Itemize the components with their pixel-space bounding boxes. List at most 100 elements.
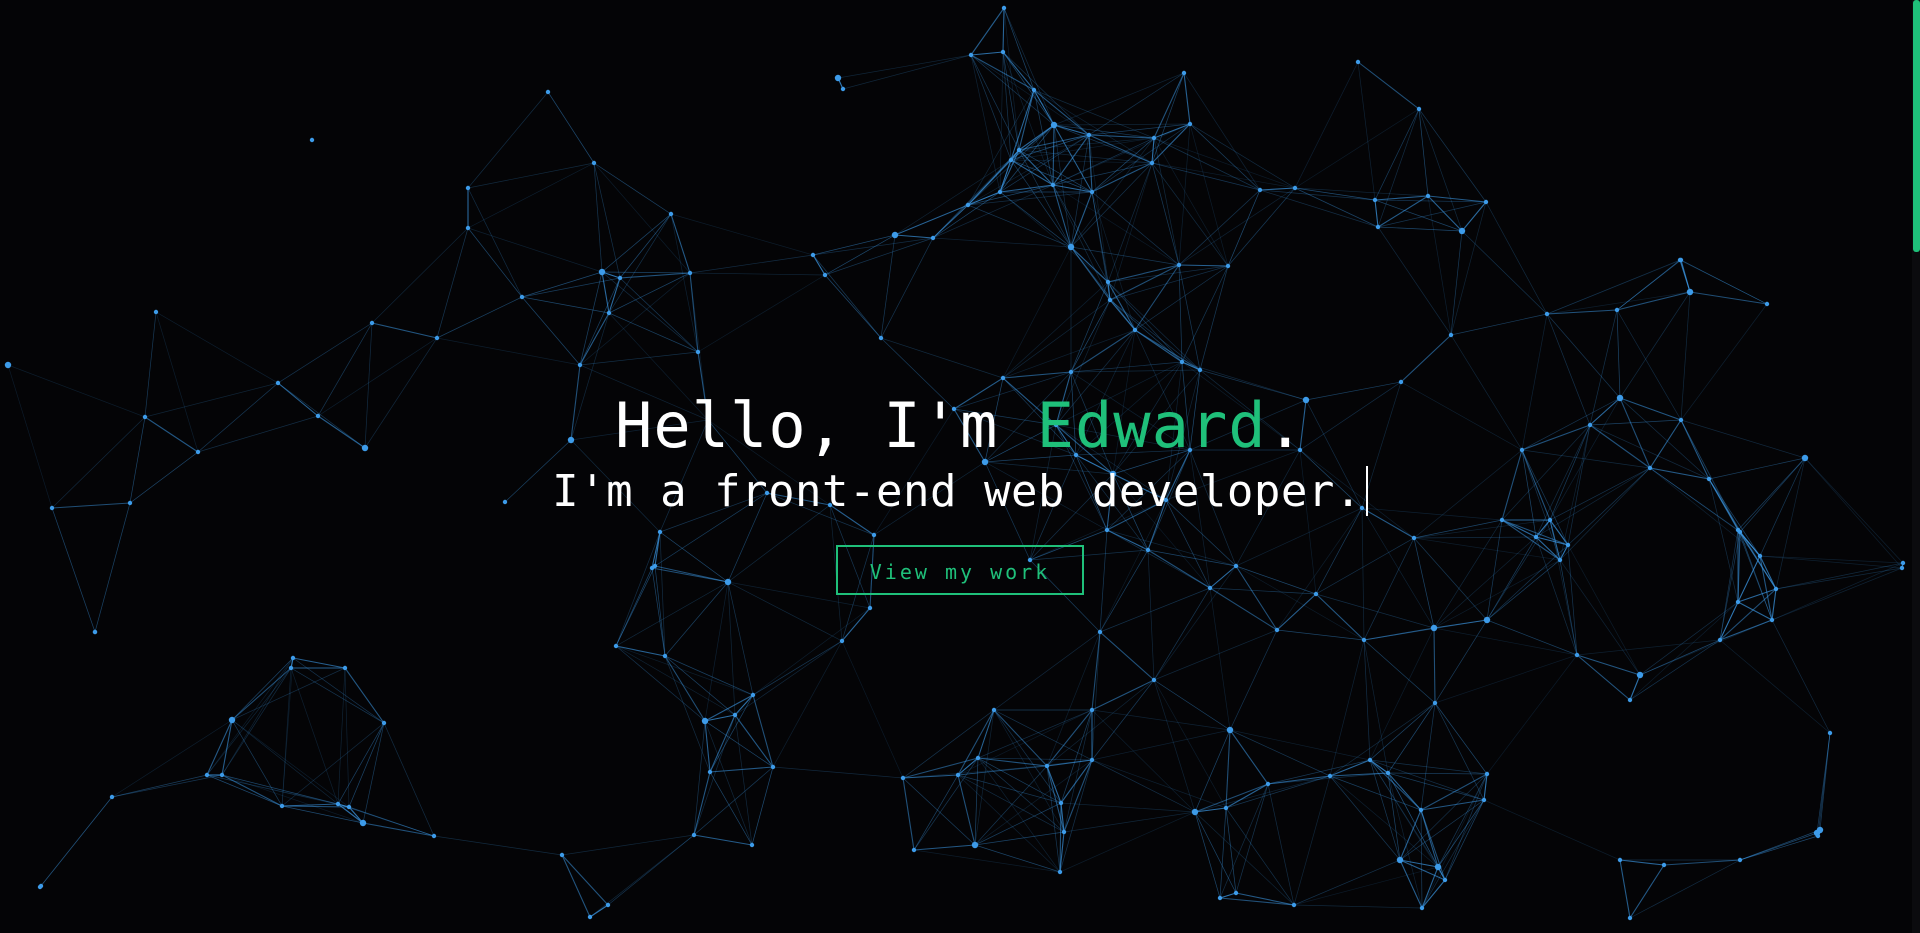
network-link	[561, 834, 695, 856]
network-link	[1413, 519, 1503, 539]
network-link	[1357, 61, 1376, 201]
network-link	[880, 337, 1004, 379]
network-link	[231, 667, 292, 721]
network-link	[317, 415, 366, 449]
network-link	[433, 835, 563, 856]
network-link	[664, 581, 729, 657]
network-link	[1329, 775, 1401, 861]
network-link	[1759, 555, 1777, 590]
network-node	[687, 270, 693, 276]
network-node	[577, 362, 583, 368]
network-node	[1223, 805, 1229, 811]
network-node	[1481, 797, 1487, 803]
network-link	[1680, 259, 1691, 293]
network-link	[615, 581, 729, 647]
network-link	[970, 7, 1005, 56]
network-link	[1002, 7, 1005, 53]
network-node	[1050, 182, 1056, 188]
network-node	[871, 532, 877, 538]
network-node	[1773, 586, 1779, 592]
network-node	[975, 755, 981, 761]
network-link	[1151, 162, 1229, 267]
network-node	[1372, 197, 1378, 203]
network-link	[1619, 859, 1631, 919]
network-node	[951, 406, 957, 412]
network-node	[691, 832, 697, 838]
network-link	[1002, 299, 1111, 379]
network-node	[657, 529, 663, 535]
network-link	[697, 274, 826, 353]
network-node	[228, 716, 236, 724]
network-node	[1636, 671, 1644, 679]
network-link	[824, 274, 882, 339]
network-node	[1419, 905, 1425, 911]
network-link	[880, 234, 896, 339]
view-my-work-button[interactable]: View my work	[836, 545, 1084, 595]
network-node	[1104, 527, 1110, 533]
network-node	[127, 500, 133, 506]
network-node	[668, 211, 674, 217]
network-link	[984, 454, 1077, 463]
network-node	[1000, 375, 1006, 381]
network-link	[1181, 361, 1307, 401]
scrollbar[interactable]	[1912, 0, 1920, 933]
network-link	[1434, 702, 1488, 775]
network-node	[1132, 327, 1138, 333]
network-node	[613, 643, 619, 649]
network-link	[1235, 565, 1278, 631]
network-link	[1400, 381, 1523, 451]
network-link	[1053, 72, 1185, 126]
network-link	[601, 271, 610, 314]
network-link	[1771, 567, 1903, 621]
network-link	[1059, 811, 1196, 873]
network-link	[902, 777, 915, 851]
network-link	[1486, 519, 1503, 621]
network-link	[841, 607, 871, 642]
network-link	[1418, 108, 1487, 203]
network-link	[841, 640, 904, 779]
network-link	[1629, 864, 1665, 919]
network-link	[1070, 281, 1109, 373]
network-node	[1187, 447, 1193, 453]
network-link	[1107, 264, 1180, 283]
network-node	[1757, 553, 1763, 559]
network-node	[1398, 379, 1404, 385]
scrollbar-thumb[interactable]	[1913, 0, 1920, 252]
network-link	[974, 759, 1093, 846]
network-link	[1199, 369, 1307, 401]
network-node	[1207, 585, 1213, 591]
network-node	[434, 335, 440, 341]
network-link	[615, 565, 656, 647]
network-node	[770, 764, 776, 770]
network-link	[1293, 904, 1423, 909]
network-node	[1313, 591, 1319, 597]
network-link	[1229, 729, 1269, 785]
network-link	[1546, 259, 1682, 315]
network-node	[1900, 560, 1906, 566]
network-link	[1413, 537, 1435, 629]
network-link	[1227, 187, 1296, 267]
network-node	[1291, 902, 1297, 908]
network-link	[1059, 759, 1093, 873]
network-link	[1771, 588, 1777, 621]
network-node	[1735, 527, 1741, 533]
network-link	[277, 322, 373, 384]
network-node	[4, 361, 12, 369]
network-node	[1616, 394, 1624, 402]
network-node	[1292, 185, 1298, 191]
network-link	[436, 296, 523, 339]
network-node	[891, 231, 899, 239]
network-node	[1416, 106, 1422, 112]
network-link	[521, 296, 610, 314]
network-node	[1686, 288, 1694, 296]
network-link	[1374, 199, 1379, 228]
network-link	[1567, 544, 1578, 656]
network-link	[1775, 457, 1806, 590]
network-node	[1225, 263, 1231, 269]
network-node	[617, 275, 623, 281]
network-node	[545, 89, 551, 95]
network-link	[1559, 544, 1569, 561]
network-node	[1587, 422, 1593, 428]
network-node	[465, 185, 471, 191]
network-link	[570, 439, 661, 533]
